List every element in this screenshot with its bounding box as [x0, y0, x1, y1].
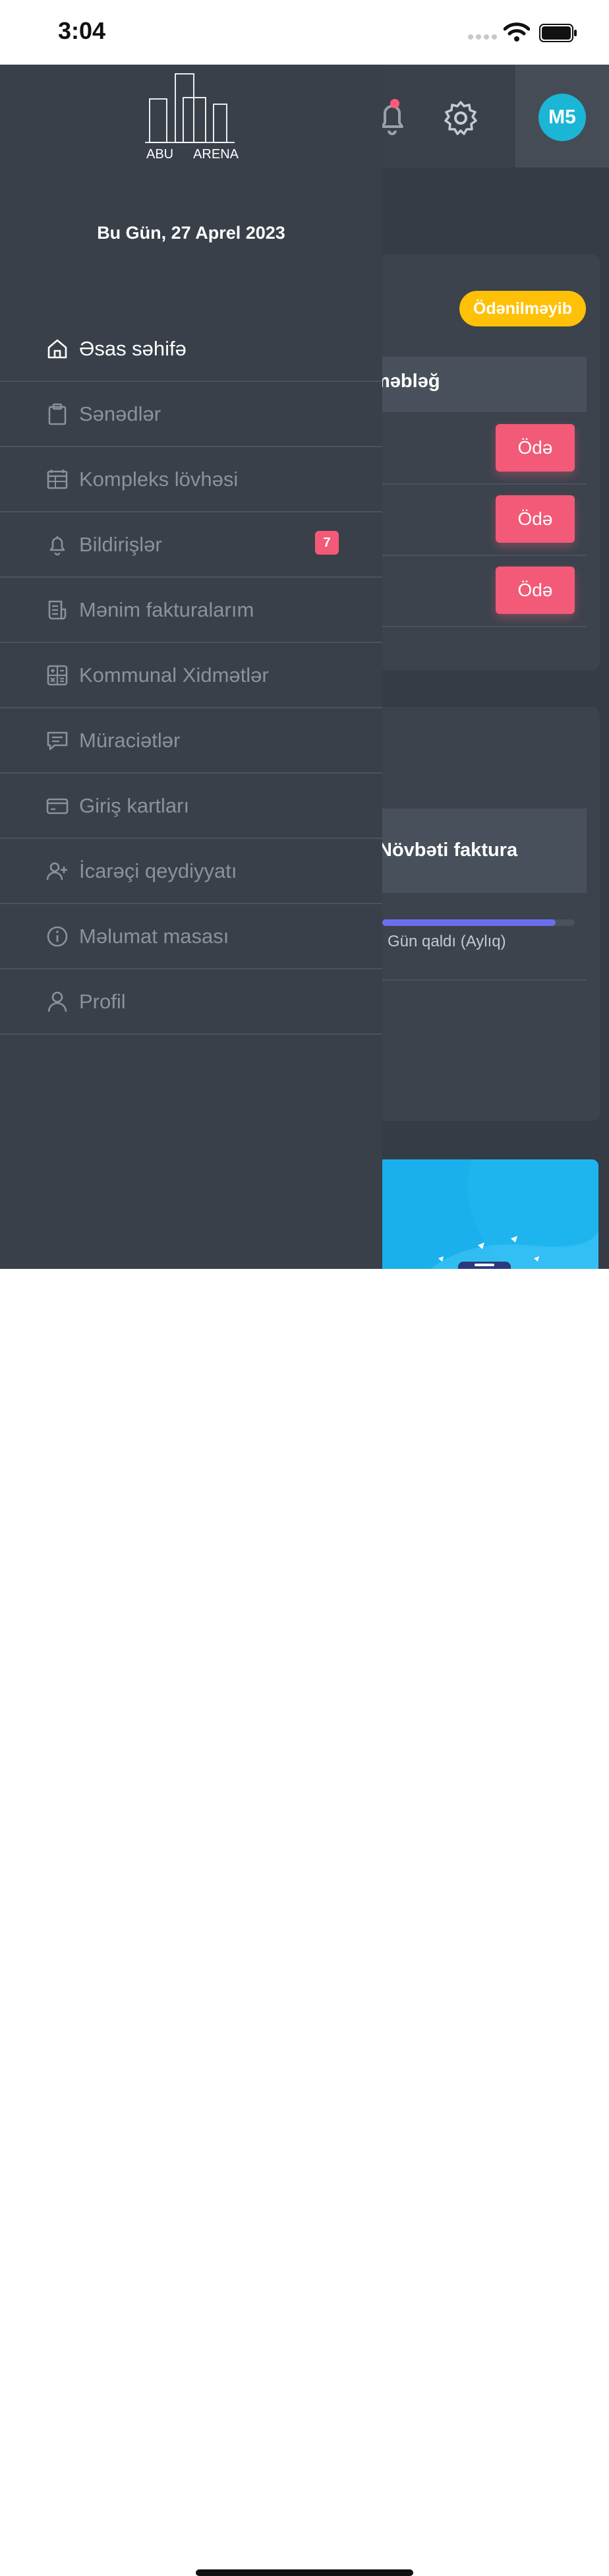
avatar[interactable]: M5	[538, 94, 586, 141]
menu-item-label: Əsas səhifə	[79, 336, 187, 360]
divider	[369, 979, 587, 981]
receipt-icon	[45, 598, 70, 623]
menu-item-tenant-registration[interactable]: İcarəçi qeydiyyatı	[0, 839, 382, 904]
menu-item-label: Kommunal Xidmətlər	[79, 663, 269, 687]
menu-item-requests[interactable]: Müraciətlər	[0, 708, 382, 774]
menu-item-label: Giriş kartları	[79, 793, 190, 817]
calendar-board-icon	[45, 467, 70, 492]
menu-item-label: Profil	[79, 989, 126, 1013]
notifications-count-badge: 7	[315, 531, 339, 555]
battery-icon	[539, 24, 577, 42]
menu-item-label: Sənədlər	[79, 402, 161, 425]
menu-item-invoices[interactable]: Mənim fakturalarım	[0, 578, 382, 643]
menu-item-label: Məlumat masası	[79, 924, 229, 948]
abu-arena-logo	[145, 73, 235, 143]
home-indicator[interactable]	[196, 2569, 413, 2576]
home-icon	[45, 336, 70, 361]
app-screen: M5 Ödənilməyib məbləğ Ödə Ödə Ödə Növbət…	[0, 65, 609, 1269]
menu-item-home[interactable]: Əsas səhifə	[0, 317, 382, 382]
logo-wordmark: ABU ARENA	[146, 147, 239, 162]
pay-button[interactable]: Ödə	[496, 567, 575, 614]
wifi-icon	[504, 22, 530, 42]
menu-item-notifications[interactable]: Bildirişlər 7	[0, 512, 382, 578]
menu-item-access-cards[interactable]: Giriş kartları	[0, 774, 382, 839]
calculator-icon	[45, 663, 70, 688]
menu-item-label: Kompleks lövhəsi	[79, 467, 239, 491]
amount-column-header: məbləğ	[373, 371, 440, 392]
menu-item-documents[interactable]: Sənədlər	[0, 382, 382, 447]
status-bar: 3:04	[0, 0, 609, 65]
menu-item-info-desk[interactable]: Məlumat masası	[0, 904, 382, 969]
menu-item-label: Bildirişlər	[79, 532, 162, 556]
days-left-progress	[382, 919, 575, 926]
home-indicator-area	[0, 1269, 609, 2576]
user-plus-icon	[45, 859, 70, 884]
days-left-label: Gün qaldı (Aylıq)	[388, 933, 506, 950]
message-icon	[45, 728, 70, 753]
info-icon	[45, 924, 70, 949]
gear-icon[interactable]	[443, 100, 478, 136]
navigation-drawer: ABU ARENA Bu Gün, 27 Aprel 2023 Əsas səh…	[0, 65, 382, 1269]
cellular-signal-icon	[468, 34, 497, 40]
credit-card-icon	[45, 793, 70, 818]
pay-button[interactable]: Ödə	[496, 424, 575, 472]
status-badge: Ödənilməyib	[459, 291, 586, 326]
logo-word: ABU	[146, 147, 174, 162]
bell-icon	[45, 532, 70, 557]
promo-banner[interactable]	[369, 1159, 598, 1269]
drawer-menu: Əsas səhifə Sənədlər Kompleks lövhəsi Bi…	[0, 317, 382, 1035]
today-date: Bu Gün, 27 Aprel 2023	[97, 223, 285, 243]
next-invoice-header: Növbəti faktura	[378, 840, 518, 861]
notification-dot	[390, 99, 399, 108]
pay-button[interactable]: Ödə	[496, 495, 575, 543]
logo-word: ARENA	[193, 147, 239, 162]
menu-item-label: Mənim fakturalarım	[79, 598, 254, 621]
days-left-progress-fill	[382, 919, 556, 926]
user-icon	[45, 989, 70, 1014]
promo-illustration	[430, 1159, 598, 1269]
menu-item-profile[interactable]: Profil	[0, 969, 382, 1035]
menu-item-utilities[interactable]: Kommunal Xidmətlər	[0, 643, 382, 708]
status-time: 3:04	[58, 17, 106, 44]
menu-item-complex-board[interactable]: Kompleks lövhəsi	[0, 447, 382, 512]
billing-card	[369, 707, 600, 1121]
menu-item-label: İcarəçi qeydiyyatı	[79, 859, 237, 882]
clipboard-icon	[45, 402, 70, 427]
menu-item-label: Müraciətlər	[79, 728, 181, 752]
